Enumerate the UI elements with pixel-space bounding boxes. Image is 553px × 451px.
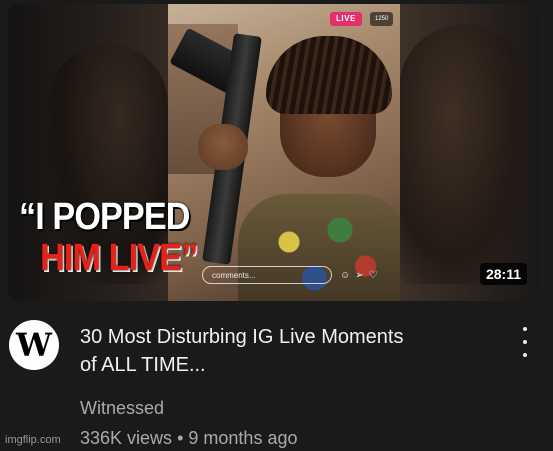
- view-count: 336K views: [80, 428, 173, 448]
- video-metadata: 336K views • 9 months ago: [80, 428, 297, 449]
- comment-input: comments...: [202, 266, 332, 284]
- more-options-icon[interactable]: [517, 327, 533, 357]
- emoji-icon: ☺: [340, 269, 351, 281]
- upload-age: 9 months ago: [188, 428, 298, 448]
- video-title-line1: 30 Most Disturbing IG Live Moments: [80, 326, 404, 348]
- duration-badge: 28:11: [479, 263, 527, 285]
- meta-separator: •: [177, 428, 184, 448]
- thumbnail-phone-frame: LIVE 1250 comments... ☺ ➢ ♡: [168, 4, 400, 301]
- video-title[interactable]: 30 Most Disturbing IG Live Moments of AL…: [80, 323, 500, 379]
- thumbnail-caption-line1: “I POPPED: [19, 196, 190, 238]
- live-action-icons: ☺ ➢ ♡: [340, 266, 378, 284]
- channel-name[interactable]: Witnessed: [80, 398, 164, 419]
- thumbnail-caption-line2: HIM LIVE”: [40, 237, 198, 279]
- video-title-line2: of ALL TIME...: [80, 354, 206, 376]
- imgflip-watermark: imgflip.com: [5, 434, 61, 446]
- send-icon: ➢: [355, 269, 364, 281]
- viewer-count-badge: 1250: [370, 12, 394, 26]
- live-badge: LIVE: [330, 12, 362, 26]
- thumbnail-blur-silhouette-right: [399, 24, 529, 284]
- channel-avatar[interactable]: W: [9, 320, 59, 370]
- video-thumbnail[interactable]: LIVE 1250 comments... ☺ ➢ ♡ “I POPPED HI…: [8, 4, 539, 301]
- thumbnail-person-hand: [198, 124, 248, 170]
- thumbnail-blur-right: [399, 4, 539, 301]
- thumbnail-person-shirt: [238, 194, 400, 301]
- heart-icon: ♡: [368, 269, 378, 281]
